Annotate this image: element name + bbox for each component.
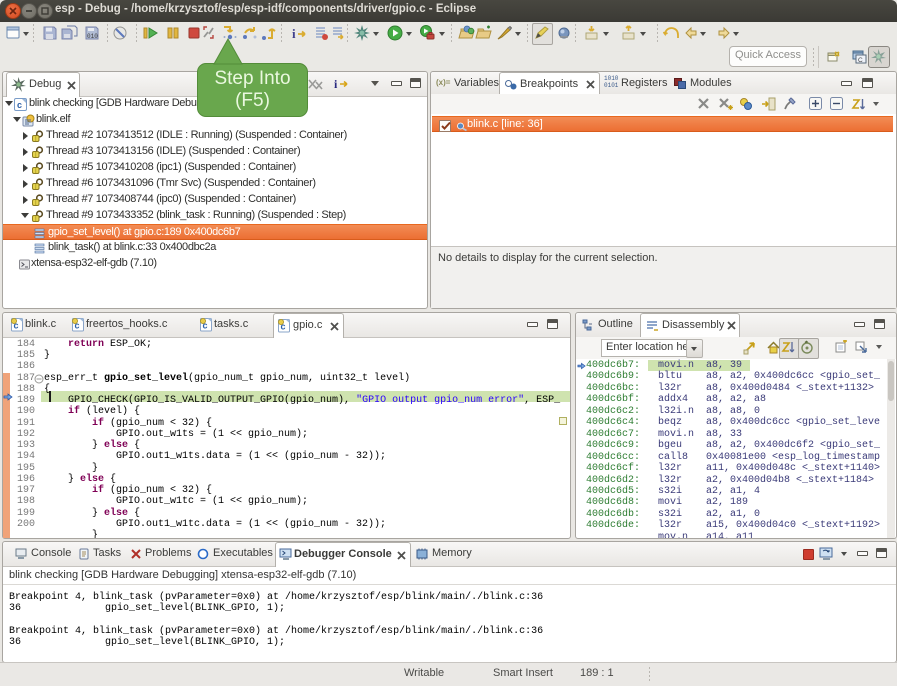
svg-text:C: C bbox=[858, 57, 863, 64]
svg-text:i: i bbox=[334, 77, 338, 90]
svg-text:i: i bbox=[292, 26, 296, 41]
svg-text:c: c bbox=[17, 100, 22, 110]
svg-text:010: 010 bbox=[87, 33, 98, 40]
